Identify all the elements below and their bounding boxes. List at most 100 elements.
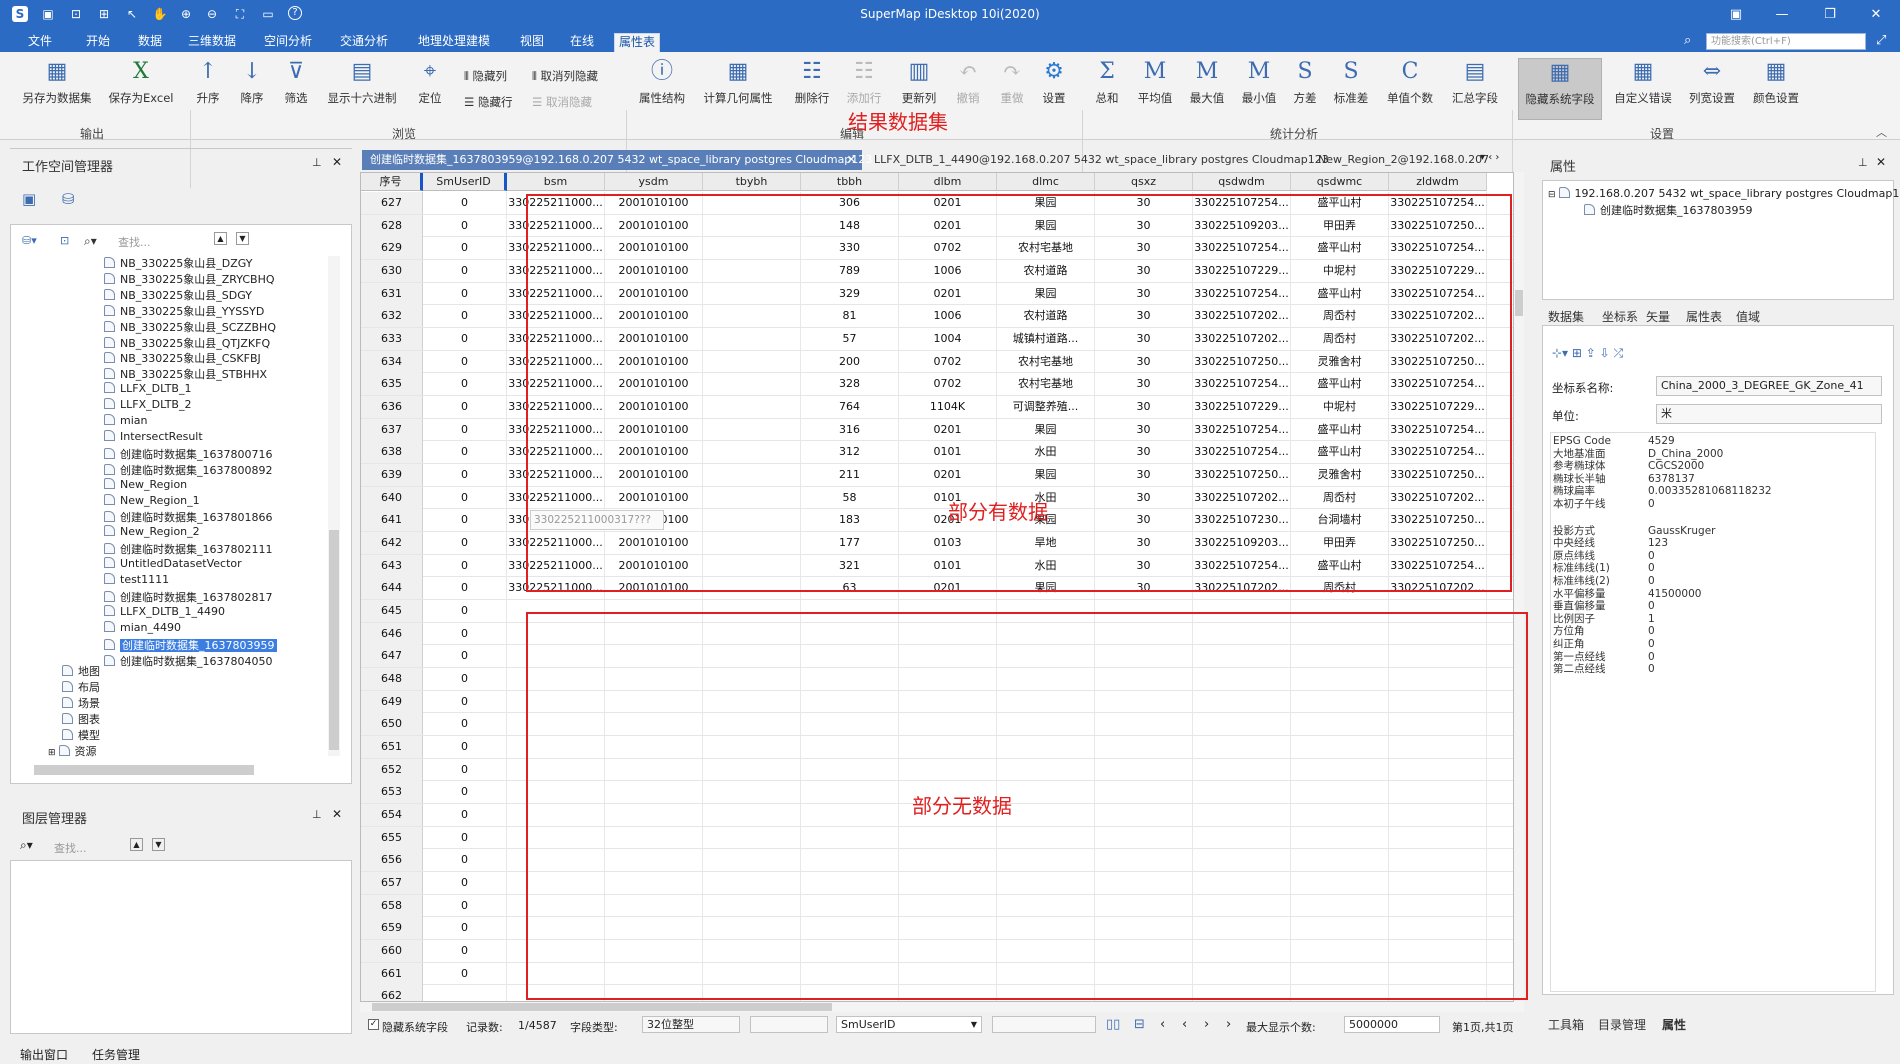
row-number[interactable]: 645 <box>361 600 423 623</box>
average-button[interactable]: M 平均值 <box>1134 58 1176 120</box>
menu-spatial-analysis[interactable]: 空间分析 <box>260 33 316 52</box>
menu-traffic-analysis[interactable]: 交通分析 <box>336 33 392 52</box>
tab-llfx-dltb[interactable]: LLFX_DLTB_1_4490@192.168.0.207 5432 wt_s… <box>866 150 1329 170</box>
maximize-button[interactable]: ❐ <box>1818 5 1842 25</box>
properties-tab[interactable]: 数据集 <box>1548 308 1584 325</box>
column-header[interactable]: zldwdm <box>1389 173 1487 191</box>
row-number[interactable]: 661 <box>361 962 423 985</box>
table-cell[interactable]: 0 <box>423 237 507 260</box>
tree-dataset-item[interactable]: 创建临时数据集_1637801866 <box>104 509 273 525</box>
new-datasource-icon[interactable]: ⊡ <box>60 234 69 247</box>
column-header[interactable]: tbbh <box>801 173 899 191</box>
tree-dataset-item[interactable]: LLFX_DLTB_2 <box>104 398 191 411</box>
table-cell[interactable]: 0 <box>423 305 507 328</box>
table-cell[interactable]: 0 <box>423 486 507 509</box>
row-number[interactable]: 653 <box>361 781 423 804</box>
prev-result-icon[interactable]: ▲ <box>214 232 227 245</box>
grid-vscroll-thumb[interactable] <box>1515 290 1523 316</box>
menu-start[interactable]: 开始 <box>82 33 114 52</box>
row-number[interactable]: 629 <box>361 237 423 260</box>
row-number[interactable]: 660 <box>361 940 423 963</box>
tree-dataset-item[interactable]: mian <box>104 414 147 427</box>
max-button[interactable]: M 最大值 <box>1186 58 1228 120</box>
datasource-icon[interactable]: ⛁ <box>62 190 75 208</box>
tree-node-map[interactable]: 地图 <box>62 663 100 679</box>
row-number[interactable]: 658 <box>361 894 423 917</box>
coordsys-tool-icon[interactable]: ⊹▾ ⊞ ⇪ ⇩ ⤮ <box>1552 346 1623 361</box>
collapse-ribbon-icon[interactable]: ︿ <box>1876 124 1887 140</box>
column-header[interactable]: tbybh <box>703 173 801 191</box>
grid-hscroll-thumb[interactable] <box>372 1003 832 1011</box>
table-cell[interactable]: 0 <box>423 713 507 736</box>
unhide-row-button[interactable]: ☰ 取消隐藏 <box>532 94 592 110</box>
tree-dataset-item[interactable]: NB_330225象山县_SCZZBHQ <box>104 319 276 335</box>
row-number[interactable]: 652 <box>361 758 423 781</box>
redo-button[interactable]: ↷ 重做 <box>996 58 1028 120</box>
expand-icon[interactable]: ⤢ <box>1876 33 1886 48</box>
row-number[interactable]: 644 <box>361 577 423 600</box>
table-cell[interactable]: 0 <box>423 554 507 577</box>
dataset-node[interactable]: 创建临时数据集_1637803959 <box>1584 202 1753 218</box>
tree-dataset-item[interactable]: 创建临时数据集_1637802111 <box>104 541 273 557</box>
column-header[interactable]: qsxz <box>1095 173 1193 191</box>
tab-output-window[interactable]: 输出窗口 <box>20 1046 68 1063</box>
tree-scroll-thumb[interactable] <box>329 530 339 750</box>
tree-dataset-item[interactable]: 创建临时数据集_1637802817 <box>104 589 273 605</box>
hide-column-button[interactable]: ⫴ 隐藏列 <box>464 68 507 84</box>
row-number[interactable]: 662 <box>361 985 423 1001</box>
row-number[interactable]: 648 <box>361 668 423 691</box>
table-cell[interactable]: 0 <box>423 192 507 214</box>
tree-dataset-item[interactable]: New_Region <box>104 477 187 491</box>
field-select[interactable]: SmUserID ▼ <box>836 1016 982 1033</box>
table-cell[interactable]: 0 <box>423 577 507 600</box>
sum-button[interactable]: Σ 总和 <box>1090 58 1124 120</box>
row-number[interactable]: 638 <box>361 441 423 464</box>
properties-tab[interactable]: 值域 <box>1736 308 1760 325</box>
min-button[interactable]: M 最小值 <box>1238 58 1280 120</box>
custom-error-button[interactable]: ▦ 自定义错误 <box>1610 58 1676 120</box>
tree-dataset-item[interactable]: UntitledDatasetVector <box>104 557 242 570</box>
function-search-input[interactable]: 功能搜索(Ctrl+F) <box>1706 33 1866 50</box>
table-cell[interactable]: 0 <box>423 917 507 940</box>
attribute-structure-button[interactable]: ⓘ 属性结构 <box>636 58 688 120</box>
table-cell[interactable] <box>423 985 507 1001</box>
show-hex-button[interactable]: ▤ 显示十六进制 <box>322 58 402 120</box>
tree-dataset-item[interactable]: NB_330225象山县_SDGY <box>104 287 252 303</box>
prev-result-icon[interactable]: ▲ <box>130 838 143 851</box>
close-panel-icon[interactable]: ✕ <box>332 807 342 821</box>
table-cell[interactable]: 0 <box>423 736 507 759</box>
pin-icon[interactable]: ⊥ <box>312 156 322 169</box>
table-cell[interactable]: 0 <box>423 350 507 373</box>
filter-button[interactable]: ⊽ 筛选 <box>280 58 312 120</box>
next-result-icon[interactable]: ▼ <box>236 232 249 245</box>
table-cell[interactable]: 0 <box>423 532 507 555</box>
row-number[interactable]: 646 <box>361 622 423 645</box>
hide-row-button[interactable]: ☰ 隐藏行 <box>464 94 512 110</box>
next-page-icon[interactable]: › <box>1204 1017 1209 1032</box>
row-number[interactable]: 647 <box>361 645 423 668</box>
hide-system-fields-button[interactable]: ▦ 隐藏系统字段 <box>1518 58 1602 120</box>
table-cell[interactable]: 0 <box>423 418 507 441</box>
row-number[interactable]: 630 <box>361 260 423 282</box>
tree-dataset-item[interactable]: LLFX_DLTB_1_4490 <box>104 604 225 618</box>
undo-button[interactable]: ↶ 撤销 <box>952 58 984 120</box>
split-view-icon[interactable]: ⊟ <box>1134 1017 1145 1032</box>
tree-dataset-item[interactable]: New_Region_1 <box>104 493 200 507</box>
tree-dataset-item[interactable]: 创建临时数据集_1637804050 <box>104 653 273 669</box>
table-cell[interactable]: 0 <box>423 962 507 985</box>
close-panel-icon[interactable]: ✕ <box>332 155 342 169</box>
tree-dataset-item[interactable]: New_Region_2 <box>104 525 200 538</box>
table-cell[interactable]: 0 <box>423 464 507 487</box>
row-number[interactable]: 659 <box>361 917 423 940</box>
calc-geometry-button[interactable]: ▦ 计算几何属性 <box>698 58 778 120</box>
menu-3d-data[interactable]: 三维数据 <box>184 33 240 52</box>
max-display-input[interactable]: 5000000 <box>1344 1016 1440 1033</box>
column-header[interactable]: ysdm <box>605 173 703 191</box>
save-as-dataset-button[interactable]: ▦ 另存为数据集 <box>16 58 98 120</box>
prev-page-icon[interactable]: ‹ <box>1182 1017 1187 1032</box>
row-number[interactable]: 640 <box>361 486 423 509</box>
row-number[interactable]: 632 <box>361 305 423 328</box>
properties-tab[interactable]: 矢量 <box>1646 308 1670 325</box>
workspace-search-input[interactable]: 查找... <box>118 234 151 250</box>
column-header[interactable]: dlmc <box>997 173 1095 191</box>
